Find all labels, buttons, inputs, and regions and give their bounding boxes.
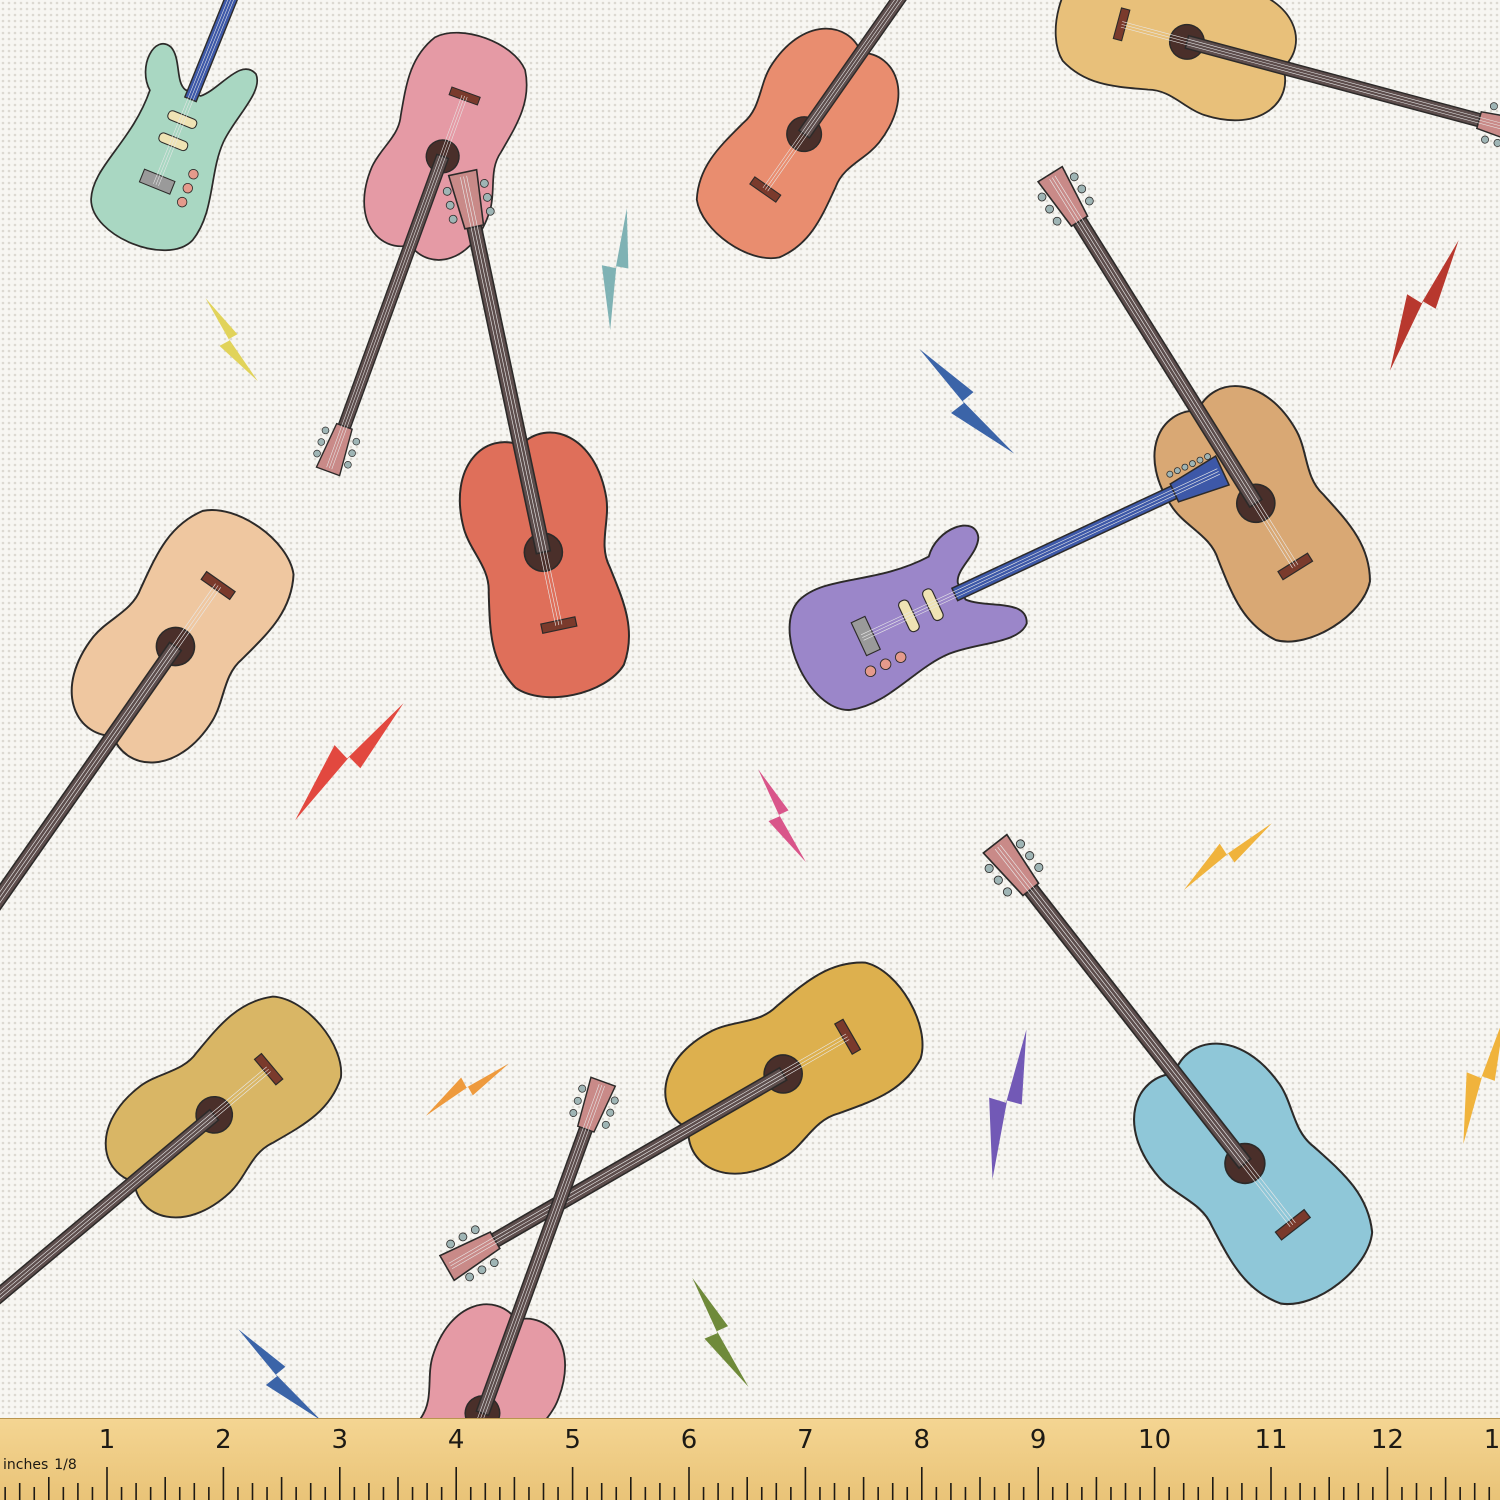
ruler-number: 7 bbox=[797, 1425, 814, 1455]
ruler-unit-label: inches bbox=[3, 1457, 49, 1473]
ruler-number: 12 bbox=[1370, 1425, 1404, 1455]
ruler-number: 1 bbox=[98, 1425, 116, 1455]
ruler-number: 3 bbox=[331, 1425, 349, 1455]
ruler-number: 1 bbox=[1483, 1425, 1500, 1455]
ruler-number: 10 bbox=[1138, 1425, 1172, 1455]
ruler-number: 5 bbox=[564, 1425, 581, 1455]
ruler-number: 11 bbox=[1254, 1425, 1288, 1455]
measuring-ruler: inches 1/8 1 2 3 4 5 6 7 8 9 10 11 12 1 bbox=[0, 1418, 1500, 1500]
ruler-caption: inches 1/8 bbox=[3, 1457, 83, 1473]
ruler-number: 9 bbox=[1029, 1425, 1047, 1455]
ruler-number: 8 bbox=[913, 1425, 931, 1455]
ruler-number: 6 bbox=[680, 1425, 698, 1455]
fabric-swatch: inches 1/8 1 2 3 4 5 6 7 8 9 10 11 12 1 bbox=[0, 0, 1500, 1500]
ruler-number: 4 bbox=[447, 1425, 465, 1455]
guitar-pattern bbox=[0, 0, 1500, 1500]
ruler-number: 2 bbox=[215, 1425, 232, 1455]
ruler-fraction-label: 1/8 bbox=[54, 1457, 77, 1473]
